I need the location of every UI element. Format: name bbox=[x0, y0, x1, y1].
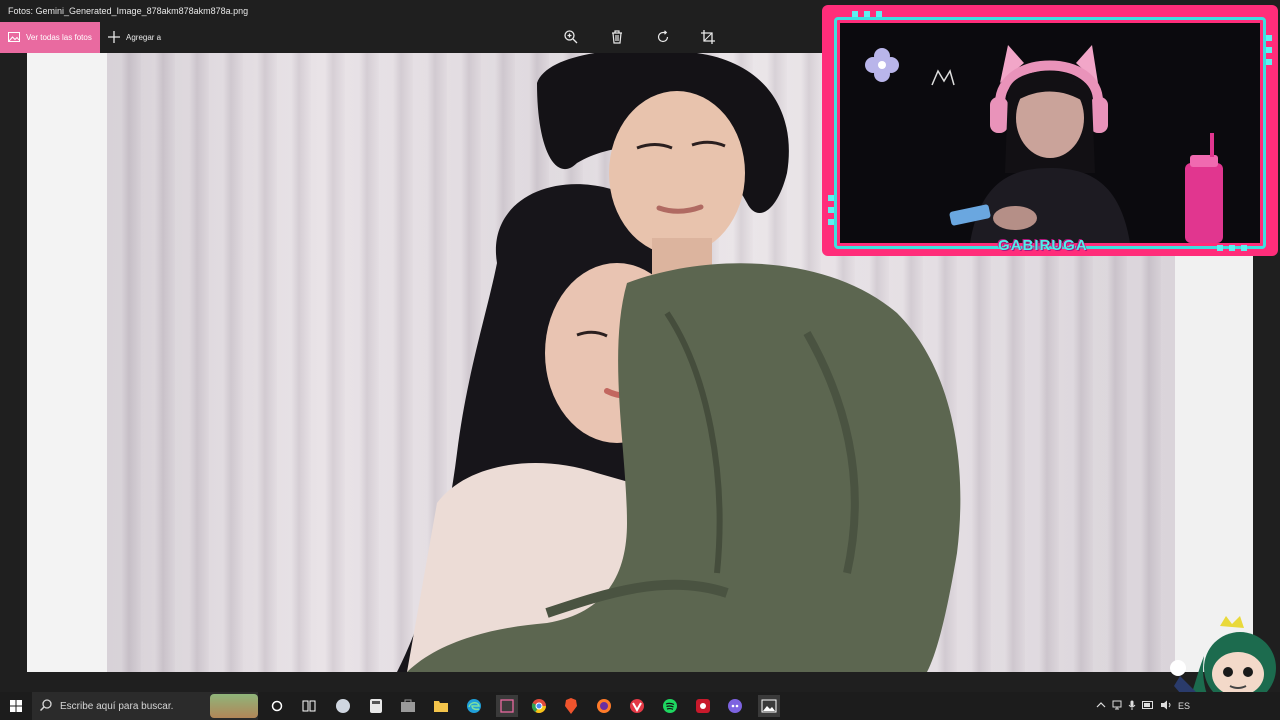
gallery-icon bbox=[8, 31, 20, 44]
cortana-icon[interactable] bbox=[267, 696, 287, 716]
discord-icon[interactable] bbox=[725, 696, 745, 716]
chat-app-icon[interactable] bbox=[333, 696, 353, 716]
view-all-label: Ver todas las fotos bbox=[26, 33, 92, 42]
rotate-icon[interactable] bbox=[653, 27, 673, 47]
taskbar-search[interactable]: Escribe aquí para buscar. bbox=[32, 692, 258, 720]
network-icon[interactable] bbox=[1112, 700, 1122, 712]
search-placeholder: Escribe aquí para buscar. bbox=[60, 700, 174, 712]
webcam-feed bbox=[840, 23, 1260, 243]
store-icon[interactable] bbox=[398, 696, 418, 716]
system-tray: ES bbox=[1096, 692, 1280, 720]
crop-icon[interactable] bbox=[698, 27, 718, 47]
recording-app-icon[interactable] bbox=[693, 696, 713, 716]
photos-app-icon[interactable] bbox=[496, 695, 518, 717]
start-button[interactable] bbox=[0, 692, 32, 720]
brave-icon[interactable] bbox=[561, 696, 581, 716]
volume-icon[interactable] bbox=[1160, 700, 1172, 712]
taskbar: Escribe aquí para buscar. ES bbox=[0, 692, 1280, 720]
desktop: Fotos: Gemini_Generated_Image_878akm878a… bbox=[0, 0, 1280, 720]
photo-margin bbox=[27, 53, 107, 672]
chrome-icon[interactable] bbox=[529, 696, 549, 716]
delete-icon[interactable] bbox=[607, 27, 627, 47]
add-to-button[interactable]: Agregar a bbox=[108, 22, 161, 53]
file-explorer-icon[interactable] bbox=[431, 696, 451, 716]
zoom-icon[interactable] bbox=[561, 27, 581, 47]
spotify-icon[interactable] bbox=[660, 696, 680, 716]
plus-icon bbox=[108, 30, 120, 45]
view-all-photos-button[interactable]: Ver todas las fotos bbox=[0, 22, 100, 53]
vivaldi-icon[interactable] bbox=[627, 696, 647, 716]
language-indicator[interactable]: ES bbox=[1178, 701, 1190, 711]
battery-icon[interactable] bbox=[1141, 701, 1154, 711]
webcam-overlay: GABIRUGA bbox=[822, 5, 1278, 256]
chevron-up-icon[interactable] bbox=[1096, 701, 1106, 711]
mic-icon[interactable] bbox=[1128, 700, 1136, 712]
windows-icon bbox=[10, 700, 22, 712]
firefox-icon[interactable] bbox=[594, 696, 614, 716]
calculator-icon[interactable] bbox=[366, 696, 386, 716]
streamer-name: GABIRUGA bbox=[998, 237, 1088, 254]
edge-icon[interactable] bbox=[464, 696, 484, 716]
add-to-label: Agregar a bbox=[126, 33, 162, 42]
search-icon bbox=[39, 698, 52, 714]
task-view-icon[interactable] bbox=[299, 696, 319, 716]
search-highlight-image bbox=[210, 694, 258, 718]
streamer-illustration bbox=[840, 23, 1260, 243]
image-viewer-icon[interactable] bbox=[758, 695, 780, 717]
